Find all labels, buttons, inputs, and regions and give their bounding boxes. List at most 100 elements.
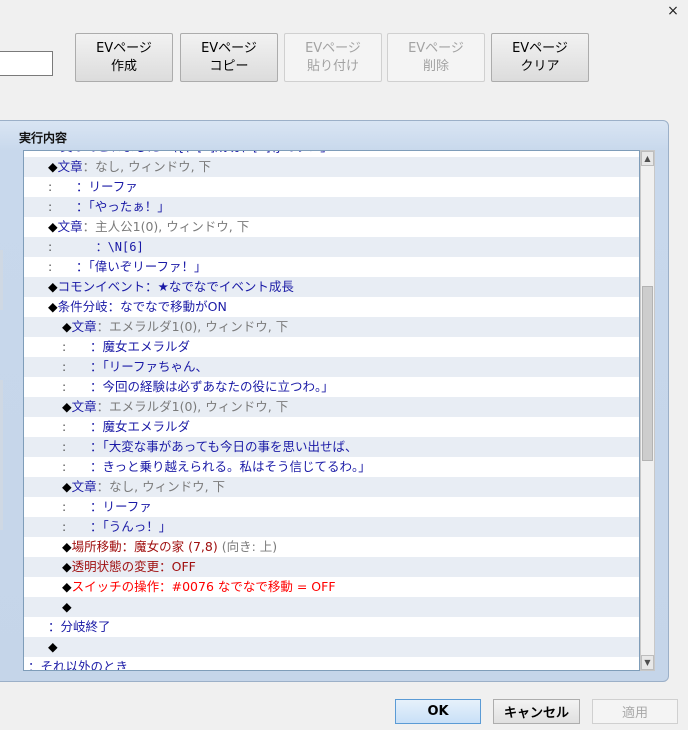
execution-content-panel: 実行内容 : :買ってこれましたー\{\C[2]成功\C[0]\}です！」◆文章… [0,120,669,682]
command-text: ：魔女エメラルダ [66,419,191,434]
command-row[interactable]: ：それ以外のとき [24,657,639,671]
command-row[interactable]: ◆スイッチの操作：#0076 なでなで移動 = OFF [24,577,639,597]
command-row[interactable]: : ：「偉いぞリーファ！」 [24,257,639,277]
command-diamond-icon: ◆ [48,639,58,654]
command-diamond-icon: ◆ [48,219,58,234]
command-row[interactable]: : ：「やったぁ！」 [24,197,639,217]
ev-page-button-line2: コピー [209,58,249,74]
command-text: : :買ってこれましたー\{\C[2]成功\C[0]\}です！」 [28,151,333,154]
command-row[interactable]: ◆場所移動：魔女の家 (7,8) (向き: 上) [24,537,639,557]
command-row[interactable]: : ：「大変な事があっても今日の事を思い出せば、 [24,437,639,457]
command-row[interactable]: ◆文章：なし, ウィンドウ, 下 [24,477,639,497]
apply-button[interactable]: 適用 [592,699,678,724]
scroll-down-arrow-icon[interactable]: ▼ [641,655,654,670]
command-row[interactable]: : ：魔女エメラルダ [24,417,639,437]
command-text: ：分岐終了 [48,619,111,634]
command-text: ：主人公1(0), ウィンドウ, 下 [82,219,250,234]
ev-page-button-line2: クリア [520,58,560,74]
command-row[interactable]: : ：\N[6] [24,237,639,257]
command-text: ：リーファ [66,499,152,514]
ev-page-button-line1: EVページ [96,40,152,56]
command-text: ：魔女エメラルダ [66,339,191,354]
close-icon: × [667,3,679,19]
command-row[interactable]: : ：きっと乗り越えられる。私はそう信じてるわ。」 [24,457,639,477]
command-row[interactable]: ◆文章：エメラルダ1(0), ウィンドウ, 下 [24,317,639,337]
close-button[interactable]: × [660,0,686,22]
command-diamond-icon: ◆ [62,319,72,334]
ev-page-button-line1: EVページ [512,40,568,56]
ev-page-button-5[interactable]: EVページクリア [491,33,589,82]
command-row[interactable]: : ：魔女エメラルダ [24,337,639,357]
command-text: スイッチの操作：#0076 なでなで移動 = OFF [71,579,336,594]
command-row[interactable]: ◆文章：エメラルダ1(0), ウィンドウ, 下 [24,397,639,417]
command-row[interactable]: : ：リーファ [24,177,639,197]
command-row[interactable]: ◆ [24,597,639,617]
event-command-list[interactable]: : :買ってこれましたー\{\C[2]成功\C[0]\}です！」◆文章：なし, … [23,150,640,671]
command-text: ：エメラルダ1(0), ウィンドウ, 下 [96,319,289,334]
command-row[interactable]: ：分岐終了 [24,617,639,637]
command-row[interactable]: : ：リーファ [24,497,639,517]
command-text: ：「偉いぞリーファ！」 [52,259,207,274]
command-diamond-icon: ◆ [62,539,72,554]
command-diamond-icon: ◆ [48,279,58,294]
scroll-up-arrow-icon[interactable]: ▲ [641,151,654,166]
command-text: 場所移動：魔女の家 (7,8) [71,539,218,554]
ev-page-button-line1: EVページ [201,40,257,56]
command-text: ：きっと乗り越えられる。私はそう信じてるわ。」 [66,459,371,474]
command-row[interactable]: : :買ってこれましたー\{\C[2]成功\C[0]\}です！」 [24,151,639,157]
command-row[interactable]: ◆透明状態の変更：OFF [24,557,639,577]
ev-page-button-4[interactable]: EVページ削除 [387,33,485,82]
command-row[interactable]: : ：「うんっ！」 [24,517,639,537]
command-text: 文章 [57,159,83,174]
command-diamond-icon: ◆ [62,559,72,574]
command-text: 文章 [71,319,97,334]
command-diamond-icon: ◆ [62,479,72,494]
command-row[interactable]: ◆条件分岐：なでなで移動がON [24,297,639,317]
command-text: 文章 [71,479,97,494]
command-text: 透明状態の変更：OFF [71,559,196,574]
command-text: 文章 [71,399,97,414]
panel-title: 実行内容 [19,131,68,145]
ev-page-button-line1: EVページ [305,40,361,56]
ev-page-button-3[interactable]: EVページ貼り付け [284,33,382,82]
ev-page-button-line1: EVページ [408,40,464,56]
command-text: 文章 [57,219,83,234]
command-text: (向き: 上) [217,539,278,554]
command-row[interactable]: : ：「リーファちゃん、 [24,357,639,377]
command-row[interactable]: ◆文章：なし, ウィンドウ, 下 [24,157,639,177]
ev-page-button-1[interactable]: EVページ作成 [75,33,173,82]
left-panel-edge-2 [0,380,3,530]
command-text: ：「やったぁ！」 [52,199,170,214]
command-text: ：「リーファちゃん、 [66,359,209,374]
command-text: ：それ以外のとき [28,659,129,671]
command-row[interactable]: : ：今回の経験は必ずあなたの役に立つわ。」 [24,377,639,397]
command-diamond-icon: ◆ [48,159,58,174]
command-text: ：なし, ウィンドウ, 下 [96,479,226,494]
command-text: ：リーファ [52,179,138,194]
ev-page-button-2[interactable]: EVページコピー [180,33,278,82]
command-row[interactable]: ◆コモンイベント：★なでなでイベント成長 [24,277,639,297]
ev-page-button-line2: 削除 [422,58,449,74]
ev-page-button-line2: 作成 [110,58,137,74]
command-text: ：エメラルダ1(0), ウィンドウ, 下 [96,399,289,414]
command-row[interactable]: ◆文章：主人公1(0), ウィンドウ, 下 [24,217,639,237]
vertical-scrollbar[interactable]: ▲ ▼ [640,150,655,671]
command-text: ：なし, ウィンドウ, 下 [82,159,212,174]
command-row[interactable]: ◆ [24,637,639,657]
ev-page-button-line2: 貼り付け [306,58,359,74]
command-text: 条件分岐：なでなで移動がON [57,299,227,314]
command-diamond-icon: ◆ [62,599,72,614]
command-diamond-icon: ◆ [48,299,58,314]
scrollbar-thumb[interactable] [642,286,653,461]
command-text: ：「大変な事があっても今日の事を思い出せば、 [66,439,358,454]
cancel-button[interactable]: キャンセル [493,699,580,724]
command-diamond-icon: ◆ [62,579,72,594]
command-text: ：「うんっ！」 [66,519,172,534]
event-name-input[interactable] [0,51,53,76]
command-diamond-icon: ◆ [62,399,72,414]
command-text: ：\N[6] [52,240,144,254]
command-text: コモンイベント：★なでなでイベント成長 [57,279,294,294]
left-panel-edge [0,250,3,310]
command-text: ：今回の経験は必ずあなたの役に立つわ。」 [66,379,334,394]
ok-button[interactable]: OK [395,699,481,724]
